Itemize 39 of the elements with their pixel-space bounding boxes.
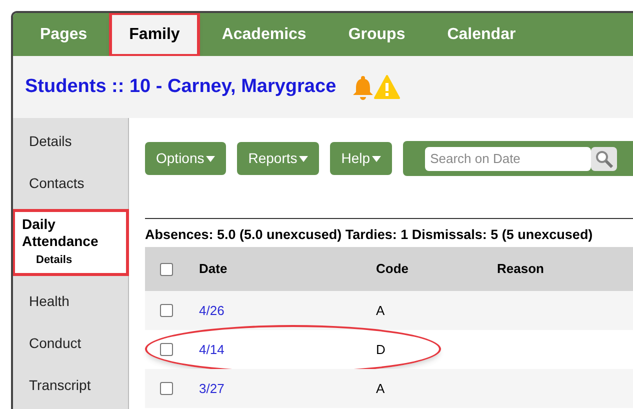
row-checkbox[interactable] [160, 304, 173, 317]
table-cell-text: A [376, 302, 386, 320]
table-cell-text: D [376, 340, 386, 359]
sidebar-link[interactable]: Daily Attendance [22, 216, 102, 250]
row-checkbox[interactable] [160, 382, 173, 395]
select-all-checkbox[interactable] [160, 262, 173, 276]
caret-icon [372, 156, 382, 162]
warning-icon [374, 75, 400, 99]
caret-icon [206, 156, 216, 162]
sidebar-item[interactable]: Transcript [13, 364, 128, 406]
nav-tab[interactable]: Family [110, 13, 199, 56]
menu-button[interactable]: Options [145, 142, 226, 175]
bell-icon [352, 74, 374, 100]
search-button[interactable] [591, 146, 618, 170]
search-icon [595, 150, 614, 168]
page-title: Students :: 10 - Carney, Marygrace [25, 74, 336, 99]
sidebar-item[interactable]: Details [13, 120, 128, 162]
date-link[interactable]: 4/26 [199, 300, 376, 320]
nav-tab[interactable]: Calendar [428, 13, 535, 56]
sidebar-item-selected[interactable]: Daily Attendance Details [13, 210, 128, 274]
attendance-summary: Absences: 5.0 (5.0 unexcused) Tardies: 1 Dismissals: 5 (5 unexcused) [145, 226, 594, 244]
search-field[interactable]: Search on Date [425, 146, 592, 170]
menu-button[interactable]: Reports [237, 142, 320, 175]
caret-icon [299, 156, 308, 162]
sidebar-item[interactable]: Health [13, 280, 128, 322]
nav-tab[interactable]: Pages [21, 13, 106, 56]
date-link[interactable]: 3/27 [199, 378, 376, 398]
date-link[interactable]: 4/14 [199, 340, 376, 360]
sidebar-item[interactable]: Conduct [13, 322, 128, 364]
nav-tab[interactable]: Academics [202, 13, 326, 56]
column-header[interactable]: Code [376, 259, 497, 279]
nav-tab[interactable]: Groups [329, 13, 424, 56]
row-checkbox[interactable] [160, 343, 173, 356]
table-cell-text: A [376, 380, 386, 398]
sidebar-sublink[interactable]: Details [22, 250, 119, 268]
menu-button[interactable]: Help [330, 142, 392, 175]
sidebar-item[interactable]: Contacts [13, 162, 128, 204]
column-header[interactable]: Reason [497, 259, 607, 279]
column-header[interactable]: Date [199, 259, 376, 279]
